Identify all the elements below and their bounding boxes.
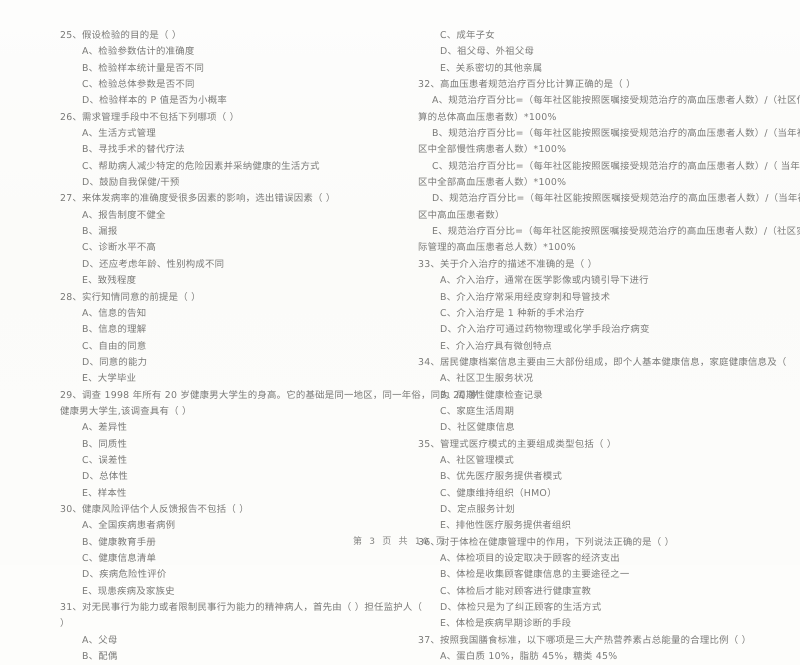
option-line: E、大学毕业 <box>82 373 137 385</box>
option-line: B、漏报 <box>82 226 118 238</box>
right-column: C、成年子女 D、祖父母、外祖父母 E、关系密切的其他亲属 32、高血压患者规范治疗百… <box>418 28 800 662</box>
option-line: D、祖父母、外祖父母 <box>440 46 535 58</box>
option-line: D、体检只是为了纠正顾客的生活方式 <box>440 602 602 614</box>
option-formula-line: C、规范治疗百分比=（每年社区能按照医嘱接受规范治疗的高血压患者人数）/（ 当年… <box>432 160 800 172</box>
option-line: E、关系密切的其他亲属 <box>440 62 543 74</box>
option-line: A、社区卫生服务状况 <box>440 373 534 385</box>
option-formula-continuation-line: 区中全部高血压患者人数）*100% <box>418 177 567 189</box>
option-formula-line: A、规范治疗百分比=（每年社区能按照医嘱接受规范治疗的高血压患者人数）/（社区估 <box>432 95 800 107</box>
question-line: 26、需求管理手段中不包括下列哪项（ ） <box>60 111 240 123</box>
option-line: E、样本性 <box>82 487 127 499</box>
page-footer: 第 3 页 共 10 页 <box>353 537 447 547</box>
question-line: 25、假设检验的目的是（ ） <box>60 30 182 41</box>
option-formula-line: E、规范治疗百分比=（每年社区能按照医嘱接受规范治疗的高血压患者人数）/（社区实 <box>432 226 800 238</box>
left-column: 25、假设检验的目的是（ ） A、检验参数估计的准确度 B、检验样本统计量是否不同 C… <box>60 28 479 662</box>
option-formula-continuation-line: 际管理的高血压患者总人数）*100% <box>418 242 576 254</box>
option-line: C、健康维持组织（HMO） <box>440 487 557 499</box>
option-line: E、体检是疾病早期诊断的手段 <box>440 618 572 630</box>
two-column-body: 25、假设检验的目的是（ ） A、检验参数估计的准确度 B、检验样本统计量是否不同 C… <box>60 28 800 662</box>
option-line: D、定点服务计划 <box>440 503 515 515</box>
option-line: A、信息的告知 <box>82 307 147 319</box>
option-formula-continuation-line: 区中高血压患者数） <box>418 209 505 221</box>
option-line: B、检验样本统计量是否不同 <box>82 62 205 74</box>
option-line: E、介入治疗具有微创特点 <box>440 340 553 352</box>
option-formula-line: D、规范治疗百分比=（每年社区能按照医嘱接受规范治疗的高血压患者人数）/（当年社 <box>432 193 800 205</box>
option-line: A、全国疾病患者病例 <box>82 520 176 532</box>
option-formula-continuation-line: 算的总体高血压患者数）*100% <box>418 111 557 123</box>
option-line: A、介入治疗，通常在医学影像或内镜引导下进行 <box>440 275 649 287</box>
option-line: C、检验总体参数是否不同 <box>82 79 195 91</box>
option-line: B、同质性 <box>82 438 128 450</box>
option-line: B、寻找手术的替代疗法 <box>82 144 185 156</box>
option-line: C、自由的同意 <box>82 340 147 352</box>
option-line: C、成年子女 <box>440 30 495 41</box>
option-line: C、家庭生活周期 <box>440 405 515 417</box>
option-line: B、信息的理解 <box>82 324 147 336</box>
option-line: A、差异性 <box>82 422 128 434</box>
option-line: C、介入治疗是 1 种新的手术治疗 <box>440 307 585 319</box>
question-line: 33、关于介入治疗的描述不准确的是（ ） <box>418 258 598 270</box>
option-line: D、介入治疗可通过药物物理或化学手段治疗病变 <box>440 324 650 336</box>
option-line: A、检验参数估计的准确度 <box>82 46 195 58</box>
question-continuation-line: ） <box>60 618 70 630</box>
question-line: 30、健康风险评估个人反馈报告不包括（ ） <box>60 503 249 515</box>
option-line: C、误差性 <box>82 454 128 466</box>
option-line: A、父母 <box>82 634 118 646</box>
option-line: B、优先医疗服务提供者模式 <box>440 471 563 483</box>
option-line: D、疾病危险性评价 <box>82 569 167 581</box>
option-line: A、蛋白质 10%，脂肪 45%，糖类 45% <box>440 651 618 663</box>
question-line: 37、按照我国膳食标准，以下哪项是三大产热营养素占总能量的合理比例（ ） <box>418 634 752 646</box>
option-line: E、排他性医疗服务提供者组织 <box>440 520 572 532</box>
question-line: 35、管理式医疗模式的主要组成类型包括（ ） <box>418 438 617 450</box>
option-line: C、诊断水平不高 <box>82 242 157 254</box>
question-line: 27、来体发病率的准确度受很多因素的影响，选出错误因素（ ） <box>60 193 336 205</box>
option-line: E、现患疾病及家族史 <box>82 585 175 597</box>
option-line: A、社区管理模式 <box>440 454 515 466</box>
option-formula-continuation-line: 区中全部慢性病患者人数）*100% <box>418 144 567 156</box>
option-formula-line: B、规范治疗百分比=（每年社区能按照医嘱接受规范治疗的高血压患者人数）/（当年社 <box>432 128 800 140</box>
option-line: C、帮助病人减少特定的危险因素并采纳健康的生活方式 <box>82 160 320 172</box>
option-line: D、总体性 <box>82 471 128 483</box>
option-line: D、鼓励自我保健/干预 <box>82 177 180 189</box>
question-line: 32、高血压患者规范治疗百分比计算正确的是（ ） <box>418 79 636 91</box>
question-line: 28、实行知情同意的前提是（ ） <box>60 291 201 303</box>
option-line: B、介入治疗常采用经皮穿刺和导管技术 <box>440 291 611 303</box>
option-line: D、检验样本的 P 值是否为小概率 <box>82 95 227 107</box>
question-line: 29、调查 1998 年所有 20 岁健康男大学生的身高。它的基础是同一地区，同… <box>60 389 479 401</box>
option-line: B、体检是收集顾客健康信息的主要途径之一 <box>440 569 630 581</box>
option-line: D、还应考虑年龄、性别构成不同 <box>82 258 225 270</box>
question-line: 34、居民健康档案信息主要由三大部份组成，即个人基本健康信息，家庭健康信息及（ <box>418 356 787 368</box>
option-line: E、致残程度 <box>82 275 137 287</box>
option-line: B、配偶 <box>82 651 118 663</box>
option-line: C、体检后才能对顾客进行健康宣教 <box>440 585 592 597</box>
exam-page: 25、假设检验的目的是（ ） A、检验参数估计的准确度 B、检验样本统计量是否不同 C… <box>0 0 800 662</box>
question-line: 31、对无民事行为能力或者限制民事行为能力的精神病人，首先由（ ）担任监护人（ <box>60 602 423 614</box>
question-continuation-line: 健康男大学生,该调查具有（ ） <box>60 405 192 417</box>
option-line: D、同意的能力 <box>82 356 148 368</box>
option-line: A、生活方式管理 <box>82 128 157 140</box>
option-line: A、报告制度不健全 <box>82 209 166 221</box>
option-line: B、周期性健康检查记录 <box>440 389 543 401</box>
option-line: D、社区健康信息 <box>440 422 515 434</box>
